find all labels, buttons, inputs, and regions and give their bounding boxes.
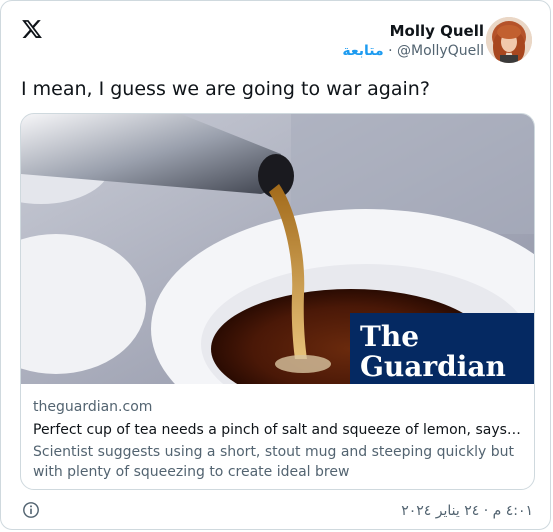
guardian-logo-line1: The [360,320,419,353]
article-photo: The Guardian [21,114,534,384]
guardian-logo-line2: Guardian [360,350,506,383]
avatar-image [486,17,532,63]
avatar[interactable] [486,17,532,63]
author-name[interactable]: Molly Quell [342,21,484,41]
info-icon[interactable] [22,501,40,519]
x-logo-icon[interactable] [21,18,43,40]
tweet-embed-card: Molly Quell متابعة · @MollyQuell I mean,… [0,0,551,530]
author-handle[interactable]: @MollyQuell [397,43,484,59]
separator-dot: · [388,43,393,59]
author-subline: متابعة · @MollyQuell [342,41,484,61]
link-domain: theguardian.com [33,399,153,415]
tweet-timestamp[interactable]: ٤:٠١ م · ٢٤ يناير ٢٠٢٤ [401,501,533,521]
tweet-text: I mean, I guess we are going to war agai… [21,78,430,100]
link-card-text: theguardian.com Perfect cup of tea needs… [33,397,525,482]
author-block: Molly Quell متابعة · @MollyQuell [342,21,484,61]
follow-button[interactable]: متابعة [342,43,383,59]
link-card[interactable]: The Guardian theguardian.com Perfect cup… [20,113,535,490]
link-description: Scientist suggests using a short, stout … [33,444,514,480]
link-headline: Perfect cup of tea needs a pinch of salt… [33,422,525,438]
